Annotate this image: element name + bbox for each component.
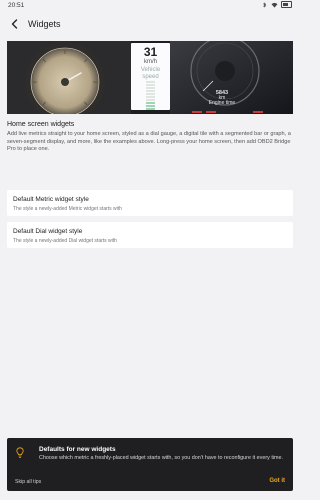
level-segment (146, 87, 155, 89)
bluetooth-icon (263, 1, 267, 8)
level-segment (146, 84, 155, 86)
tile-value: 31 (143, 45, 158, 59)
level-segment (146, 108, 155, 110)
system-icons (261, 1, 292, 8)
status-time: 20:51 (8, 2, 25, 9)
level-segment (146, 96, 155, 98)
tile-unit: km/h (143, 59, 157, 65)
default-metric-style-card[interactable]: Default Metric widget style The style a … (7, 190, 293, 216)
wifi-icon (271, 2, 278, 8)
level-segment (146, 81, 155, 83)
tip-banner: Defaults for new widgets Choose which me… (7, 438, 293, 491)
got-it-button[interactable]: Got it (269, 478, 285, 484)
section-title: Home screen widgets (7, 121, 75, 128)
back-arrow-icon[interactable] (8, 17, 22, 31)
level-segment (146, 102, 155, 104)
page-title: Widgets (28, 19, 61, 29)
odometer-readout: 5843 km Engine time (203, 90, 241, 106)
card-subtitle: The style a newly-added Dial widget star… (13, 238, 117, 244)
level-segment (146, 99, 155, 101)
battery-icon (281, 1, 292, 8)
tip-title: Defaults for new widgets (39, 446, 116, 453)
card-subtitle: The style a newly-added Metric widget st… (13, 206, 122, 212)
odometer-label: Engine time (208, 100, 236, 106)
level-segment (146, 93, 155, 95)
level-segment (146, 105, 155, 107)
tip-description: Choose which metric a freshly-placed wid… (39, 455, 284, 461)
app-bar: Widgets (0, 12, 300, 36)
skip-all-tips-button[interactable]: Skip all tips (15, 479, 41, 485)
card-title: Default Metric widget style (13, 196, 89, 203)
digital-tile-preview: 31 km/h Vehicle speed (131, 43, 170, 110)
card-title: Default Dial widget style (13, 228, 83, 235)
level-segment (146, 90, 155, 92)
widget-preview-banner: 31 km/h Vehicle speed 5843 km Engine tim… (7, 41, 293, 114)
segmented-level-bar (146, 81, 155, 111)
tile-label-line1: Vehicle (140, 67, 161, 73)
status-bar: 20:51 (0, 0, 300, 12)
tile-label-line2: speed (142, 74, 159, 80)
default-dial-style-card[interactable]: Default Dial widget style The style a ne… (7, 222, 293, 248)
lightbulb-icon (16, 447, 24, 458)
section-description: Add live metrics straight to your home s… (7, 131, 291, 152)
